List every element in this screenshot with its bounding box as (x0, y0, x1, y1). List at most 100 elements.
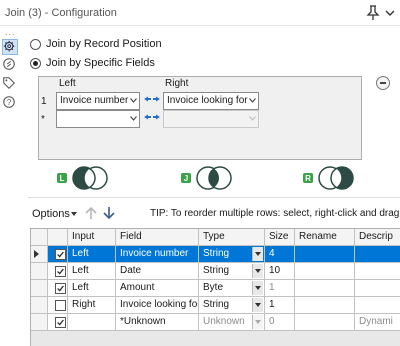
type-dropdown-button[interactable] (252, 298, 263, 312)
table-row[interactable]: Right Invoice looking for String 1 (31, 297, 400, 314)
type-value: Byte (203, 282, 224, 293)
window-title: Join (3) - Configuration (5, 7, 117, 19)
move-up-icon[interactable] (84, 206, 98, 220)
move-down-icon[interactable] (102, 206, 116, 220)
chevron-down-icon[interactable] (384, 7, 396, 19)
type-dropdown-button[interactable] (252, 247, 263, 261)
row-header[interactable] (31, 263, 48, 280)
join-letter: J (184, 174, 188, 183)
reorder-tip: TIP: To reorder multiple rows: select, r… (150, 208, 400, 219)
inner-join-icon: J (181, 166, 232, 190)
left-field-select[interactable]: Invoice number (56, 92, 140, 110)
radio-join-by-position[interactable]: Join by Record Position (30, 38, 162, 50)
table-row[interactable]: Left Invoice number String 4 (31, 246, 400, 263)
column-header-size[interactable]: Size (265, 229, 295, 246)
type-dropdown-button (252, 315, 263, 329)
table-header-row: Input Field Type Size Rename Descrip (31, 229, 400, 246)
radio-join-by-fields[interactable]: Join by Specific Fields (30, 57, 155, 69)
tag-icon[interactable] (2, 76, 18, 92)
description-cell[interactable] (355, 297, 400, 314)
current-row-marker (34, 250, 39, 258)
left-field-value: Invoice number (60, 95, 129, 106)
type-value: String (203, 265, 230, 276)
checkbox-checked[interactable] (55, 249, 66, 260)
input-cell: Right (68, 297, 116, 314)
type-value: String (203, 299, 230, 310)
right-join-icon: R (303, 166, 354, 190)
description-cell[interactable]: Dynami (355, 314, 400, 331)
size-cell[interactable]: 4 (265, 246, 295, 263)
type-select-disabled: Unknown (199, 314, 265, 331)
type-value: String (203, 248, 230, 259)
section-divider (28, 197, 400, 198)
radio-dot[interactable] (30, 38, 41, 50)
field-cell: Date (116, 263, 199, 280)
join-fields-grid: Left Right 1 Invoice number Invoice look… (38, 76, 362, 160)
field-cell: *Unknown (116, 314, 199, 331)
field-cell: Invoice looking for (116, 297, 199, 314)
radio-dot-selected[interactable] (30, 57, 41, 69)
checkbox-checked[interactable] (55, 283, 66, 294)
right-field-select[interactable]: Invoice looking for (163, 92, 259, 110)
table-row[interactable]: Left Date String 10 (31, 263, 400, 280)
checkbox-cell[interactable] (48, 246, 68, 263)
checkbox-checked[interactable] (55, 266, 66, 277)
remove-row-button[interactable] (376, 76, 390, 90)
rename-cell[interactable] (295, 246, 355, 263)
field-cell: Amount (116, 280, 199, 297)
field-cell: Invoice number (116, 246, 199, 263)
column-header-field[interactable]: Field (116, 229, 199, 246)
checkbox-cell[interactable] (48, 280, 68, 297)
pin-icon[interactable] (366, 5, 380, 21)
row-header[interactable] (31, 246, 48, 263)
rename-cell[interactable] (295, 280, 355, 297)
description-cell[interactable] (355, 263, 400, 280)
row-header[interactable] (31, 314, 48, 331)
chevron-down-icon (130, 98, 137, 103)
checkbox-cell[interactable] (48, 297, 68, 314)
column-header-rename[interactable]: Rename (295, 229, 355, 246)
new-row-marker: * (41, 114, 45, 125)
type-dropdown-button[interactable] (252, 264, 263, 278)
caret-down-icon[interactable] (71, 212, 77, 216)
chevron-down-icon (249, 116, 256, 121)
chevron-down-icon (130, 116, 137, 121)
row-header[interactable] (31, 280, 48, 297)
column-header-left: Left (59, 78, 76, 89)
join-letter: L (60, 174, 65, 183)
help-icon[interactable]: ? (2, 95, 18, 111)
description-cell[interactable] (355, 246, 400, 263)
overflow-dots[interactable]: ... (5, 27, 16, 37)
type-select[interactable]: String (199, 263, 265, 280)
new-left-field-select[interactable] (56, 110, 140, 128)
checkbox-cell[interactable] (48, 314, 68, 331)
description-cell[interactable] (355, 280, 400, 297)
checkbox-unchecked[interactable] (55, 300, 66, 311)
column-header-input[interactable]: Input (68, 229, 116, 246)
type-value: Unknown (203, 316, 245, 327)
rename-cell[interactable] (295, 314, 355, 331)
column-header-description[interactable]: Descrip (355, 229, 400, 246)
table-row[interactable]: *Unknown Unknown 0 Dynami (31, 314, 400, 331)
column-header-check (48, 229, 68, 246)
swap-arrows-icon (144, 96, 160, 102)
type-select[interactable]: String (199, 246, 265, 263)
size-cell[interactable]: 10 (265, 263, 295, 280)
type-select[interactable]: Byte (199, 280, 265, 297)
type-dropdown-button[interactable] (252, 281, 263, 295)
input-cell (68, 314, 116, 331)
row-header[interactable] (31, 297, 48, 314)
new-right-field-select (163, 110, 259, 128)
gear-icon[interactable] (2, 39, 18, 55)
column-header-type[interactable]: Type (199, 229, 265, 246)
input-cell: Left (68, 246, 116, 263)
rename-cell[interactable] (295, 263, 355, 280)
checkbox-checked[interactable] (55, 317, 66, 328)
type-select[interactable]: String (199, 297, 265, 314)
options-menu-button[interactable]: Options (32, 208, 70, 220)
table-row[interactable]: Left Amount Byte 1 (31, 280, 400, 297)
annotation-icon[interactable] (2, 57, 18, 73)
size-cell[interactable]: 1 (265, 297, 295, 314)
checkbox-cell[interactable] (48, 263, 68, 280)
rename-cell[interactable] (295, 297, 355, 314)
